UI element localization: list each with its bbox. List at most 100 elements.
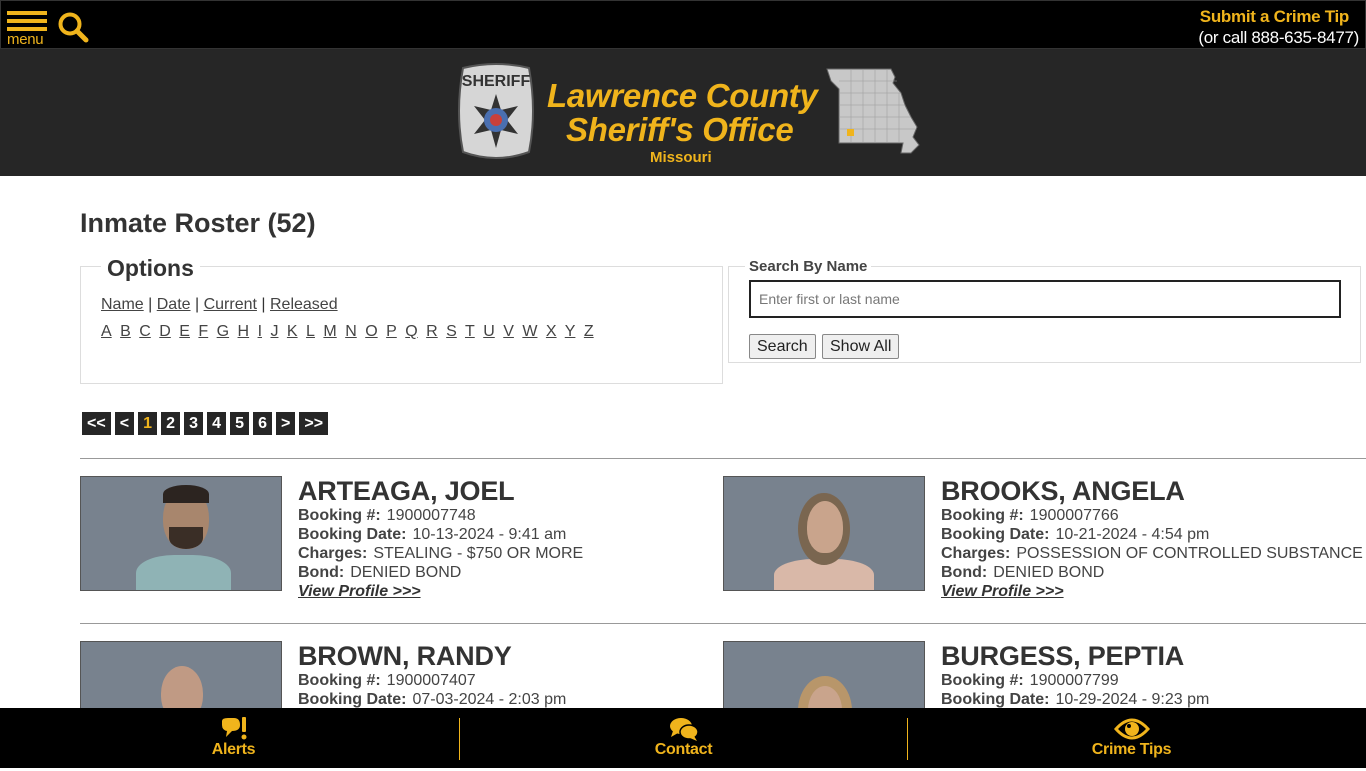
- charges: POSSESSION OF CONTROLLED SUBSTANCE: [1016, 545, 1363, 562]
- bond: DENIED BOND: [350, 564, 462, 581]
- letter-filter-b[interactable]: B: [120, 323, 131, 340]
- letter-filter-f[interactable]: F: [198, 323, 208, 340]
- inmate-photo[interactable]: [80, 476, 282, 591]
- booking-num: 1900007407: [386, 672, 476, 689]
- divider: [80, 623, 1366, 624]
- site-title-line2: Sheriff's Office: [566, 111, 794, 148]
- search-icon: [58, 12, 89, 43]
- inmate-card: ARTEAGA, JOEL Booking #: 1900007748 Booki…: [80, 476, 723, 606]
- view-profile-link[interactable]: View Profile >>>: [298, 582, 583, 601]
- letter-filter-v[interactable]: V: [503, 323, 514, 340]
- page-1-button[interactable]: 1: [138, 412, 158, 435]
- eye-icon: [1113, 718, 1150, 740]
- first-page-button[interactable]: <<: [82, 412, 111, 435]
- booking-date: 07-03-2024 - 2:03 pm: [412, 691, 567, 708]
- inmate-name: BURGESS, PEPTIA: [941, 641, 1185, 671]
- page-4-button[interactable]: 4: [207, 412, 227, 435]
- letter-filter-w[interactable]: W: [522, 323, 537, 340]
- menu-button[interactable]: menu: [7, 11, 49, 48]
- letter-filter-n[interactable]: N: [345, 323, 357, 340]
- prev-page-button[interactable]: <: [114, 412, 135, 435]
- last-page-button[interactable]: >>: [299, 412, 329, 435]
- inmate-name: BROOKS, ANGELA: [941, 476, 1185, 506]
- site-title-line1: Lawrence County: [547, 77, 818, 114]
- hamburger-icon-bar: [7, 19, 47, 23]
- divider: [80, 458, 1366, 459]
- letter-filter-x[interactable]: X: [546, 323, 557, 340]
- booking-date: 10-29-2024 - 9:23 pm: [1055, 691, 1210, 708]
- page-6-button[interactable]: 6: [253, 412, 273, 435]
- badge-text: SHERIFF: [462, 73, 531, 90]
- inmate-name: BROWN, RANDY: [298, 641, 512, 671]
- letter-filter-c[interactable]: C: [139, 323, 151, 340]
- search-panel: Search By Name Search Show All: [728, 258, 1361, 363]
- letter-filter-t[interactable]: T: [465, 323, 475, 340]
- show-all-button[interactable]: Show All: [822, 334, 900, 359]
- booking-num-label: Booking #:: [941, 672, 1024, 689]
- next-page-button[interactable]: >: [276, 412, 296, 435]
- inmate-card: BROOKS, ANGELA Booking #: 1900007766 Book…: [723, 476, 1366, 606]
- site-state: Missouri: [650, 149, 712, 166]
- bond: DENIED BOND: [993, 564, 1105, 581]
- footer-alerts[interactable]: Alerts: [6, 708, 461, 768]
- booking-date-label: Booking Date:: [298, 526, 407, 543]
- charges-label: Charges:: [941, 545, 1011, 562]
- page-2-button[interactable]: 2: [161, 412, 181, 435]
- bond-label: Bond:: [941, 564, 988, 581]
- letter-filter-y[interactable]: Y: [565, 323, 576, 340]
- charges-label: Charges:: [298, 545, 368, 562]
- letter-filter-a[interactable]: A: [101, 323, 112, 340]
- site-banner: SHERIFF Lawrence County Sheriff's Office…: [0, 49, 1366, 176]
- bottom-nav: Alerts Contact Crime Tips: [0, 708, 1366, 768]
- booking-date-label: Booking Date:: [941, 526, 1050, 543]
- letter-filter-r[interactable]: R: [426, 323, 438, 340]
- sort-by-name-link[interactable]: Name: [101, 296, 144, 313]
- footer-alerts-label: Alerts: [211, 741, 256, 758]
- booking-num: 1900007766: [1029, 507, 1119, 524]
- page-3-button[interactable]: 3: [184, 412, 204, 435]
- letter-filter-e[interactable]: E: [179, 323, 190, 340]
- search-button[interactable]: [57, 11, 89, 43]
- letter-filter-l[interactable]: L: [306, 323, 315, 340]
- letter-filter-i[interactable]: I: [258, 323, 262, 340]
- letter-filter-s[interactable]: S: [446, 323, 457, 340]
- inmate-name: ARTEAGA, JOEL: [298, 476, 515, 506]
- letter-filter-o[interactable]: O: [365, 323, 377, 340]
- footer-contact-label: Contact: [654, 741, 713, 758]
- top-bar: menu Submit a Crime Tip (or call 888-635…: [0, 0, 1366, 49]
- crime-tip-link[interactable]: Submit a Crime Tip (or call 888-635-8477…: [1198, 6, 1359, 48]
- filter-current-link[interactable]: Current: [204, 296, 257, 313]
- chat-bubbles-icon: [669, 718, 699, 741]
- booking-date: 10-13-2024 - 9:41 am: [412, 526, 567, 543]
- alphabet-filter: A B C D E F G H I J K L M N O P Q R S T …: [101, 323, 597, 341]
- name-search-input[interactable]: [749, 280, 1341, 318]
- letter-filter-q[interactable]: Q: [405, 323, 417, 340]
- letter-filter-m[interactable]: M: [323, 323, 336, 340]
- page-title: Inmate Roster (52): [80, 208, 316, 238]
- search-button-submit[interactable]: Search: [749, 334, 816, 359]
- footer-crime-tips-label: Crime Tips: [1091, 741, 1172, 758]
- letter-filter-g[interactable]: G: [217, 323, 229, 340]
- options-panel: Options Name | Date | Current | Released…: [80, 255, 723, 384]
- charges: STEALING - $750 OR MORE: [373, 545, 584, 562]
- letter-filter-p[interactable]: P: [386, 323, 397, 340]
- letter-filter-h[interactable]: H: [238, 323, 250, 340]
- letter-filter-d[interactable]: D: [159, 323, 171, 340]
- page-5-button[interactable]: 5: [230, 412, 250, 435]
- inmate-photo[interactable]: [723, 476, 925, 591]
- letter-filter-z[interactable]: Z: [584, 323, 594, 340]
- pagination: << < 1 2 3 4 5 6 > >>: [82, 412, 329, 435]
- hamburger-icon: [7, 11, 47, 15]
- bond-label: Bond:: [298, 564, 345, 581]
- footer-contact[interactable]: Contact: [456, 708, 911, 768]
- sort-by-date-link[interactable]: Date: [157, 296, 191, 313]
- letter-filter-j[interactable]: J: [270, 323, 278, 340]
- view-profile-link[interactable]: View Profile >>>: [941, 582, 1363, 601]
- letter-filter-k[interactable]: K: [287, 323, 298, 340]
- footer-crime-tips[interactable]: Crime Tips: [904, 708, 1359, 768]
- booking-date-label: Booking Date:: [298, 691, 407, 708]
- booking-num-label: Booking #:: [298, 507, 381, 524]
- sheriff-badge-logo[interactable]: SHERIFF: [455, 62, 537, 162]
- letter-filter-u[interactable]: U: [483, 323, 495, 340]
- filter-released-link[interactable]: Released: [270, 296, 338, 313]
